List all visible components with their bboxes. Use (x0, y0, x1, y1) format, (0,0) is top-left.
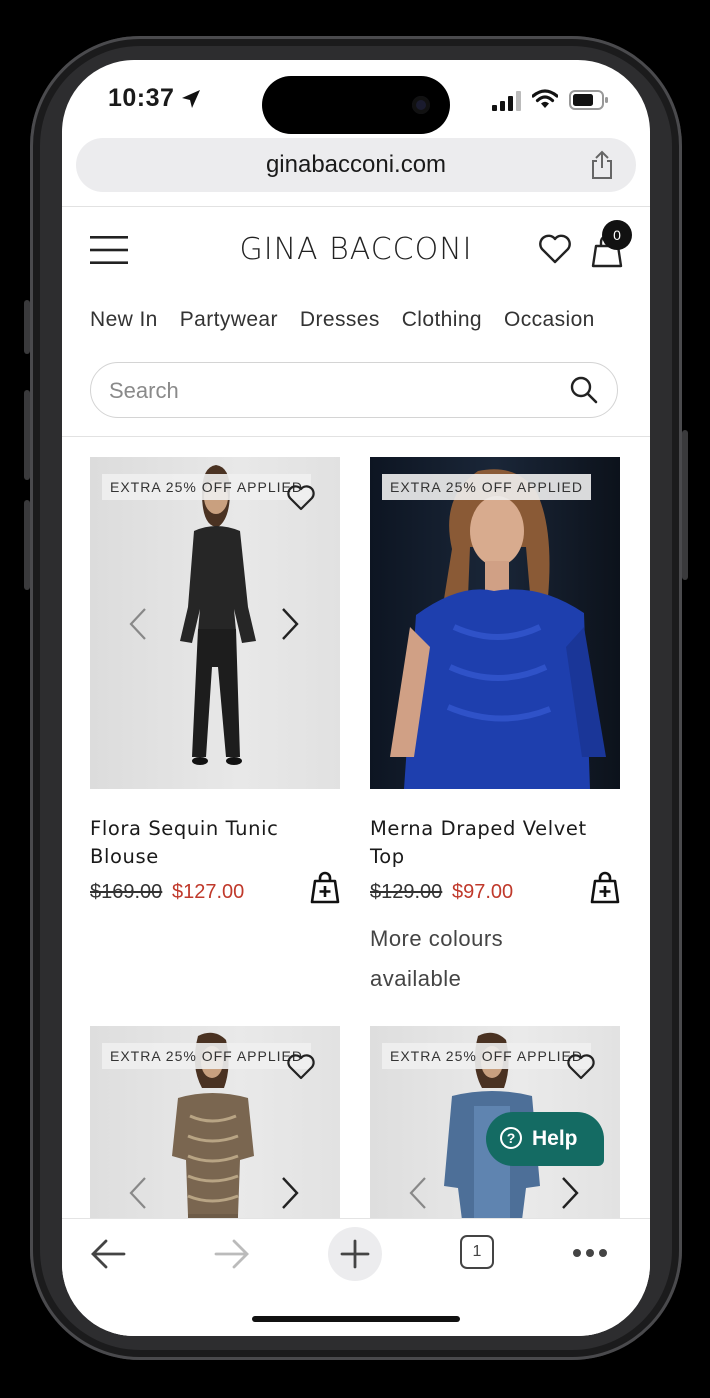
volume-up-button (24, 390, 30, 480)
plus-icon (340, 1239, 370, 1269)
more-colours-note: More colours available (370, 926, 504, 991)
wishlist-heart-icon[interactable] (286, 483, 316, 513)
chevron-left-icon[interactable] (128, 1176, 148, 1210)
search-bar (90, 362, 618, 418)
camera-icon (412, 96, 430, 114)
chevron-right-icon[interactable] (560, 1176, 580, 1210)
more-icon[interactable] (572, 1247, 608, 1259)
add-to-bag-icon[interactable] (310, 869, 340, 905)
share-icon[interactable] (588, 150, 616, 180)
action-button (24, 300, 30, 354)
discount-badge: EXTRA 25% OFF APPLIED (382, 474, 591, 500)
discount-badge: EXTRA 25% OFF APPLIED (102, 474, 311, 500)
search-input[interactable] (107, 373, 551, 409)
wishlist-heart-icon[interactable] (286, 1052, 316, 1082)
location-arrow-icon (182, 90, 200, 108)
help-label: Help (532, 1127, 578, 1150)
product-image[interactable]: EXTRA 25% OFF APPLIED (370, 457, 620, 789)
original-price: $129.00 (370, 881, 443, 903)
chevron-right-icon[interactable] (280, 1176, 300, 1210)
original-price: $169.00 (90, 881, 163, 903)
help-button[interactable]: ? Help (486, 1112, 604, 1166)
nav-item-dresses[interactable]: Dresses (300, 308, 380, 331)
discount-badge: EXTRA 25% OFF APPLIED (102, 1043, 311, 1069)
search-icon[interactable] (569, 375, 599, 405)
heart-icon[interactable] (538, 232, 572, 266)
tabs-icon[interactable]: 1 (460, 1235, 494, 1269)
sale-price: $127.00 (172, 881, 245, 903)
signal-icon (492, 91, 521, 111)
product-name[interactable]: Merna Draped Velvet Top (370, 815, 610, 871)
new-tab-button[interactable] (328, 1227, 382, 1281)
nav-item-clothing[interactable]: Clothing (402, 308, 482, 331)
url-text: ginabacconi.com (265, 151, 447, 178)
dynamic-island (262, 76, 450, 134)
phone-screen: 10:37 ginabacconi.com GINA BACCONI 0 New… (62, 60, 650, 1336)
add-to-bag-icon[interactable] (590, 869, 620, 905)
forward-arrow-icon[interactable] (214, 1237, 250, 1271)
nav-item-occasion[interactable]: Occasion (504, 308, 595, 331)
category-nav: New In Partywear Dresses Clothing Occasion (90, 308, 617, 332)
chevron-left-icon[interactable] (408, 1176, 428, 1210)
status-time: 10:37 (108, 84, 175, 112)
wifi-icon (532, 89, 558, 108)
nav-item-partywear[interactable]: Partywear (180, 308, 278, 331)
battery-icon (569, 90, 608, 110)
product-image[interactable]: EXTRA 25% OFF APPLIED (90, 457, 340, 789)
power-button (682, 430, 688, 580)
nav-item-new-in[interactable]: New In (90, 308, 158, 331)
divider (62, 436, 650, 437)
chevron-left-icon[interactable] (128, 607, 148, 641)
sale-price: $97.00 (452, 881, 514, 903)
back-arrow-icon[interactable] (90, 1237, 126, 1271)
volume-down-button (24, 500, 30, 590)
question-icon: ? (500, 1127, 522, 1149)
chevron-right-icon[interactable] (280, 607, 300, 641)
home-indicator (252, 1316, 460, 1322)
address-bar[interactable]: ginabacconi.com (76, 138, 636, 192)
divider (62, 206, 650, 207)
product-name[interactable]: Flora Sequin Tunic Blouse (90, 815, 330, 871)
wishlist-heart-icon[interactable] (566, 1052, 596, 1082)
model-figure (390, 469, 606, 789)
cart-count-badge: 0 (602, 220, 632, 250)
discount-badge: EXTRA 25% OFF APPLIED (382, 1043, 591, 1069)
